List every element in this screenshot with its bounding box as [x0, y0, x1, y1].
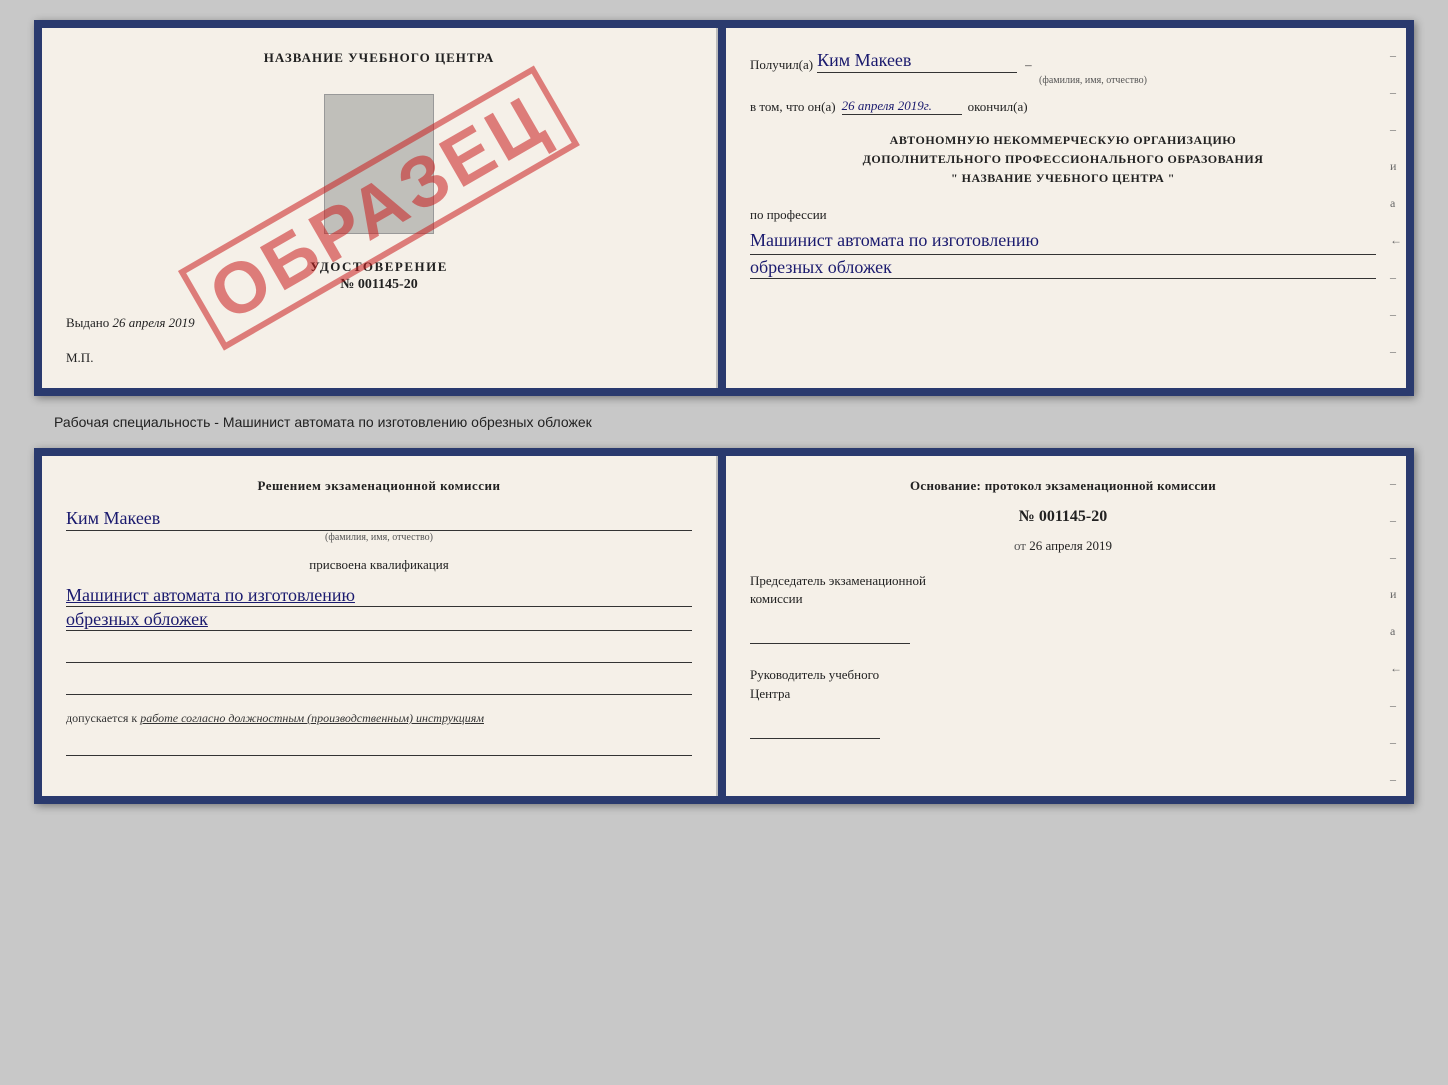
dopuskaetsya-text: работе согласно должностным (производств… — [140, 711, 484, 725]
doc-spine — [718, 28, 726, 388]
top-document: НАЗВАНИЕ УЧЕБНОГО ЦЕНТРА УДОСТОВЕРЕНИЕ №… — [34, 20, 1414, 396]
doc-spine-bot — [718, 456, 726, 796]
prisvoena-label: присвоена квалификация — [66, 557, 692, 573]
fio-sub-bot: (фамилия, имя, отчество) — [66, 532, 692, 543]
profession-line2: обрезных обложек — [750, 257, 1376, 279]
predsedatel-line1: Председатель экзаменационной — [750, 573, 926, 588]
protocol-num: № 001145-20 — [750, 508, 1376, 526]
right-dashes-bot: – – – и а ← – – – — [1390, 476, 1402, 787]
vydano-block: Выдано 26 апреля 2019 — [66, 315, 692, 331]
blank-line1 — [66, 643, 692, 663]
predsedatel-block: Председатель экзаменационной комиссии — [750, 572, 1376, 644]
ot-label: от — [1014, 538, 1026, 553]
udostoverenie-block: УДОСТОВЕРЕНИЕ № 001145-20 — [310, 259, 448, 293]
org-block: АВТОНОМНУЮ НЕКОММЕРЧЕСКУЮ ОРГАНИЗАЦИЮ ДО… — [750, 131, 1376, 189]
bottom-right-panel: Основание: протокол экзаменационной коми… — [726, 456, 1406, 796]
photo-placeholder — [324, 94, 434, 234]
osnovanie-line: Основание: протокол экзаменационной коми… — [750, 478, 1376, 494]
kval-block: Машинист автомата по изготовлению обрезн… — [66, 581, 692, 631]
poluchil-line: Получил(а) Ким Макеев – — [750, 50, 1376, 73]
blank-line2 — [66, 675, 692, 695]
resheniyem-line: Решением экзаменационной комиссии — [66, 478, 692, 494]
poluchil-label: Получил(а) — [750, 57, 813, 73]
poluchil-block: Получил(а) Ким Макеев – (фамилия, имя, о… — [750, 50, 1376, 86]
profession-line1: Машинист автомата по изготовлению — [750, 227, 1376, 255]
predsedatel-label: Председатель экзаменационной комиссии — [750, 572, 1376, 608]
dopuskaetsya-block: допускается к работе согласно должностны… — [66, 711, 692, 726]
rukovoditel-signature-line — [750, 719, 880, 739]
po-professii-label: по профессии — [750, 207, 1376, 223]
poluchil-sub: (фамилия, имя, отчество) — [810, 75, 1376, 86]
between-label: Рабочая специальность - Машинист автомат… — [54, 414, 592, 430]
predsedatel-line2: комиссии — [750, 591, 803, 606]
kim-name-bot: Ким Макеев — [66, 508, 692, 531]
rukovoditel-label: Руководитель учебного Центра — [750, 666, 1376, 702]
okonchil-label: окончил(а) — [968, 99, 1028, 115]
top-right-panel: Получил(а) Ким Макеев – (фамилия, имя, о… — [726, 28, 1406, 388]
org-line2: ДОПОЛНИТЕЛЬНОГО ПРОФЕССИОНАЛЬНОГО ОБРАЗО… — [750, 150, 1376, 169]
school-name-top: НАЗВАНИЕ УЧЕБНОГО ЦЕНТРА — [264, 50, 495, 66]
bottom-left-panel: Решением экзаменационной комиссии Ким Ма… — [42, 456, 718, 796]
vtom-label: в том, что он(а) — [750, 99, 836, 115]
dopuskaetsya-prefix: допускается к — [66, 711, 137, 725]
poluchil-name: Ким Макеев — [817, 50, 1017, 73]
rukovoditel-line2: Центра — [750, 686, 790, 701]
udostoverenie-num: № 001145-20 — [310, 277, 448, 293]
org-line1: АВТОНОМНУЮ НЕКОММЕРЧЕСКУЮ ОРГАНИЗАЦИЮ — [750, 131, 1376, 150]
po-professii-block: по профессии Машинист автомата по изгото… — [750, 201, 1376, 279]
vydano-label: Выдано — [66, 315, 109, 330]
protocol-date: от 26 апреля 2019 — [750, 538, 1376, 554]
vtom-line: в том, что он(а) 26 апреля 2019г. окончи… — [750, 98, 1376, 115]
bottom-document: Решением экзаменационной комиссии Ким Ма… — [34, 448, 1414, 804]
kval-line1: Машинист автомата по изготовлению — [66, 585, 692, 607]
mp-label: М.П. — [66, 350, 93, 366]
right-dashes: – – – и а ← – – – — [1390, 48, 1402, 359]
rukovoditel-block: Руководитель учебного Центра — [750, 666, 1376, 738]
vtom-date: 26 апреля 2019г. — [842, 98, 962, 115]
udostoverenie-label: УДОСТОВЕРЕНИЕ — [310, 259, 448, 275]
org-quotes: " НАЗВАНИЕ УЧЕБНОГО ЦЕНТРА " — [750, 169, 1376, 188]
predsedatel-signature-line — [750, 624, 910, 644]
vydano-date: 26 апреля 2019 — [113, 315, 195, 330]
protocol-date-val: 26 апреля 2019 — [1029, 538, 1112, 553]
kim-block-bot: Ким Макеев (фамилия, имя, отчество) — [66, 506, 692, 543]
kval-line2: обрезных обложек — [66, 609, 692, 631]
dash1: – — [1025, 57, 1032, 73]
top-left-panel: НАЗВАНИЕ УЧЕБНОГО ЦЕНТРА УДОСТОВЕРЕНИЕ №… — [42, 28, 718, 388]
rukovoditel-line1: Руководитель учебного — [750, 667, 879, 682]
dopusk-underline — [66, 738, 692, 756]
